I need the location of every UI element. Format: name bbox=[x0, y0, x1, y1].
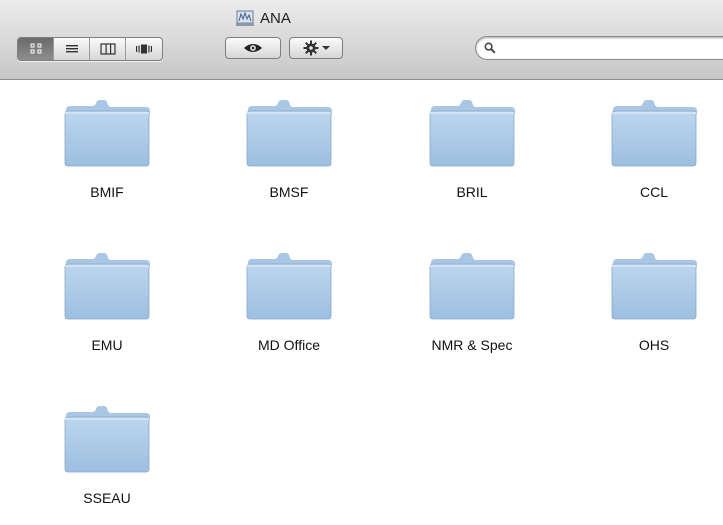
folder-icon bbox=[611, 253, 697, 320]
folder-label: BMIF bbox=[90, 184, 124, 200]
folder-icon bbox=[246, 253, 332, 320]
action-menu-button[interactable] bbox=[289, 37, 343, 59]
folder-grid: BMIF BMSF BRIL CCL EMU MD Office NMR & S… bbox=[0, 80, 723, 525]
folder-item[interactable]: OHS bbox=[575, 233, 715, 363]
list-view-icon bbox=[65, 45, 78, 53]
folder-icon bbox=[64, 253, 150, 320]
folder-label: SSEAU bbox=[83, 490, 131, 506]
folder-icon bbox=[429, 100, 515, 167]
search-icon bbox=[484, 42, 496, 54]
folder-item[interactable]: BMSF bbox=[210, 80, 350, 210]
column-view-button[interactable] bbox=[90, 38, 126, 60]
folder-icon bbox=[64, 100, 150, 167]
folder-label: BRIL bbox=[456, 184, 488, 200]
folder-item[interactable]: SSEAU bbox=[28, 386, 168, 516]
window-title-text: ANA bbox=[260, 9, 291, 27]
folder-item[interactable]: MD Office bbox=[210, 233, 350, 363]
list-view-button[interactable] bbox=[54, 38, 90, 60]
quick-look-button[interactable] bbox=[225, 37, 281, 59]
gear-icon bbox=[303, 40, 318, 56]
coverflow-view-button[interactable] bbox=[126, 38, 162, 60]
folder-item[interactable]: BRIL bbox=[393, 80, 533, 210]
icon-view-icon bbox=[30, 43, 41, 54]
finder-window: ANA BMIF BMSF BRIL CCL EMU MD Office NMR… bbox=[0, 0, 723, 525]
icon-view-content: BMIF BMSF BRIL CCL EMU MD Office NMR & S… bbox=[0, 80, 723, 525]
folder-icon bbox=[64, 406, 150, 473]
coverflow-view-icon bbox=[136, 44, 152, 54]
folder-icon bbox=[429, 253, 515, 320]
folder-item[interactable]: EMU bbox=[28, 233, 168, 363]
search-input[interactable] bbox=[500, 40, 704, 56]
folder-icon bbox=[611, 100, 697, 167]
chevron-down-icon bbox=[321, 46, 330, 50]
folder-item[interactable]: BMIF bbox=[28, 80, 168, 210]
folder-item[interactable]: NMR & Spec bbox=[393, 233, 533, 363]
window-title: ANA bbox=[236, 8, 291, 28]
network-volume-icon bbox=[236, 10, 254, 26]
folder-label: MD Office bbox=[258, 337, 320, 353]
toolbar: ANA bbox=[0, 0, 723, 80]
folder-label: EMU bbox=[91, 337, 123, 353]
eye-icon bbox=[244, 44, 262, 52]
folder-label: BMSF bbox=[269, 184, 309, 200]
folder-icon bbox=[246, 100, 332, 167]
folder-label: OHS bbox=[638, 337, 670, 353]
column-view-icon bbox=[99, 43, 116, 55]
folder-label: CCL bbox=[639, 184, 668, 200]
view-mode-selector bbox=[17, 37, 163, 61]
folder-label: NMR & Spec bbox=[431, 337, 513, 353]
folder-item[interactable]: CCL bbox=[575, 80, 715, 210]
icon-view-button[interactable] bbox=[18, 38, 54, 60]
search-field[interactable] bbox=[475, 36, 723, 60]
